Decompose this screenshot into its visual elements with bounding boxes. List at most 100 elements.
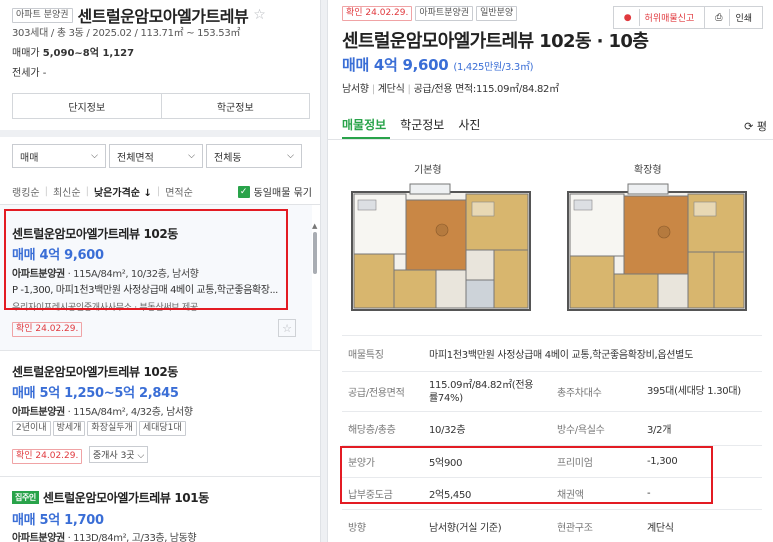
print-icon: ⎙ [715, 12, 723, 23]
floorplan-basic-image[interactable] [348, 180, 534, 315]
listing-tag: 세대당1대 [138, 421, 186, 436]
trade-type-select[interactable]: 매매 ⌵ [12, 144, 106, 168]
panel-divider [320, 0, 328, 542]
sort-latest[interactable]: 최신순 [53, 184, 81, 199]
direction-label: 방향 [348, 523, 366, 534]
listing-realtor: 우리자이프레시공인중개사사무소 · 부동산써브 제공 [12, 303, 198, 313]
info-row-floor: 해당층/총층 10/32층 방수/욕실수 3/2개 [342, 411, 762, 445]
listing-tag: 화장실두개 [87, 421, 137, 436]
detail-tags: 확인 24.02.29. 아파트분양권 일반분양 [342, 6, 518, 21]
listing-item[interactable]: 센트럴운암모아엘가트레뷰 102동 매매 4억 9,600 아파트분양권 · 1… [0, 205, 312, 350]
chevron-down-icon: ⌵ [287, 151, 294, 161]
detail-meta: 남서향 | 계단식 | 공급/전용 면적:115.09㎡/84.82㎡ [342, 84, 560, 95]
owner-tag: 집주인 [12, 491, 39, 504]
listing-type: 아파트분양권 [12, 407, 65, 418]
listing-title-row: 집주인 센트럴운암모아엘가트레뷰 101동 [12, 489, 209, 506]
paid-label: 납부중도금 [348, 490, 393, 501]
listing-item[interactable]: 센트럴운암모아엘가트레뷰 102동 매매 5억 1,250~5억 2,845 아… [0, 351, 312, 476]
area-value: 115.09㎡/84.82㎡(전용률74%) [429, 379, 534, 404]
list-scrollbar[interactable]: ▲ [312, 222, 318, 542]
sale-type-tag: 일반분양 [476, 6, 518, 21]
info-row-presale: 분양가 5억900 프리미엄 -1,300 [342, 445, 762, 477]
listing-spec: · 115A/84m², 10/32층, 남서향 [64, 269, 199, 280]
listing-tag: 2년이내 [12, 421, 51, 436]
complex-info-button[interactable]: 단지정보 [13, 94, 161, 118]
sale-price-label: 매매가 [12, 48, 40, 59]
tab-listing-info[interactable]: 매물정보 [342, 116, 386, 133]
jeonse-price: 전세가 - [12, 64, 46, 79]
floorplan-extended-image[interactable] [564, 180, 750, 315]
rooms-value: 3/2개 [647, 425, 672, 436]
listing-title: 센트럴운암모아엘가트레뷰 101동 [42, 491, 209, 505]
area-select[interactable]: 전체면적 ⌵ [109, 144, 203, 168]
favorite-star-icon[interactable]: ☆ [278, 319, 296, 337]
filter-bar: 매매 ⌵ 전체면적 ⌵ 전체동 ⌵ [12, 144, 302, 168]
floorplan-extended-label: 확장형 [634, 165, 662, 176]
complex-summary: 303세대 / 총 3동 / 2025.02 / 113.71㎡ ~ 153.5… [12, 28, 241, 39]
print-label: 인쇄 [729, 9, 757, 26]
group-same-listing-toggle[interactable]: ✓ 동일매물 묶기 [237, 184, 312, 199]
listing-item[interactable]: 집주인 센트럴운암모아엘가트레뷰 101동 매매 5억 1,700 아파트분양권… [0, 477, 312, 542]
siren-icon: ● [623, 12, 632, 23]
listing-description: P -1,300, 마피1천3백만원 사정상급매 4베이 교통,학군좋음확장..… [12, 285, 278, 296]
listing-confirm-date: 확인 24.02.29. 중개사 3곳 ⌵ [12, 446, 149, 464]
property-type-tag: 아파트분양권 [415, 6, 474, 21]
tab-school-info[interactable]: 학군정보 [400, 116, 444, 133]
chevron-down-icon: ⌵ [91, 151, 98, 161]
listing-detail: 아파트분양권 · 113D/84m², 고/33층, 남동향 [12, 529, 197, 542]
sort-area[interactable]: 면적순 [165, 184, 193, 199]
checkbox-checked-icon[interactable]: ✓ [237, 185, 250, 198]
chevron-down-icon: ⌵ [188, 151, 195, 161]
listing-tag: 방세개 [52, 421, 86, 436]
group-same-listing-label: 동일매물 묶기 [253, 188, 312, 199]
confirm-date-tag: 확인 24.02.29. [12, 322, 83, 337]
trade-type-value: 매매 [20, 152, 39, 164]
presale-label: 분양가 [348, 458, 375, 469]
detail-price-value: 매매 4억 9,600 [342, 56, 449, 74]
area-label: 공급/전용면적 [348, 388, 405, 399]
info-row-direction: 방향 남서향(거실 기준) 현관구조 계단식 [342, 509, 762, 542]
listing-spec: · 113D/84m², 고/33층, 남동향 [64, 533, 197, 542]
premium-value: -1,300 [647, 456, 678, 467]
listing-confirm-date: 확인 24.02.29. [12, 321, 83, 337]
report-fake-listing-button[interactable]: ● 허위매물신고 [614, 7, 705, 28]
premium-label: 프리미엄 [557, 458, 593, 469]
detail-title: 센트럴운암모아엘가트레뷰 102동 · 10층 [342, 31, 649, 52]
building-select[interactable]: 전체동 ⌵ [206, 144, 302, 168]
paid-value: 2억5,450 [429, 490, 472, 501]
detail-price-per-area: (1,425만원/3.3㎡) [453, 62, 534, 73]
listing-detail: 아파트분양권 · 115A/84m², 4/32층, 남서향 [12, 403, 193, 418]
entry-label: 현관구조 [557, 523, 593, 534]
rooms-label: 방수/욕실수 [557, 425, 605, 436]
unit-toggle-button[interactable]: ⟳ 평 [744, 118, 767, 134]
detail-tabs: 매물정보 학군정보 사진 [342, 116, 480, 133]
sort-low-price[interactable]: 낮은가격순 ↓ [94, 184, 152, 199]
listing-type: 아파트분양권 [12, 533, 65, 542]
detail-actions: ● 허위매물신고 ⎙ 인쇄 [612, 6, 763, 29]
sort-ranking[interactable]: 랭킹순 [12, 184, 40, 199]
favorite-star-icon[interactable]: ☆ [253, 7, 266, 23]
tabs-border [328, 139, 773, 140]
tab-photos[interactable]: 사진 [458, 116, 480, 133]
school-info-button[interactable]: 학군정보 [160, 94, 310, 118]
direction-value: 남서향(거실 기준) [429, 523, 502, 534]
scroll-up-icon[interactable]: ▲ [312, 222, 317, 230]
meta-entry: 계단식 [377, 84, 405, 95]
jeonse-value: - [42, 68, 47, 79]
building-value: 전체동 [214, 152, 242, 164]
meta-direction: 남서향 [342, 84, 369, 95]
floor-value: 10/32층 [429, 425, 466, 436]
listing-detail-panel: 확인 24.02.29. 아파트분양권 일반분양 ● 허위매물신고 ⎙ 인쇄 센… [328, 0, 773, 542]
broker-count-dropdown[interactable]: 중개사 3곳 ⌵ [88, 446, 149, 463]
parking-value: 395대(세대당 1.30대) [647, 386, 741, 397]
scrollbar-thumb[interactable] [313, 232, 317, 274]
confirm-date-tag: 확인 24.02.29. [12, 449, 83, 464]
complex-type-tag: 아파트 분양권 [12, 7, 73, 23]
sort-bar: 랭킹순 | 최신순 | 낮은가격순 ↓ | 면적순 ✓ 동일매물 묶기 [12, 184, 312, 199]
listing-tags: 2년이내 방세개 화장실두개 세대당1대 [12, 421, 186, 436]
listing-spec: · 115A/84m², 4/32층, 남서향 [64, 407, 193, 418]
print-button[interactable]: ⎙ 인쇄 [704, 7, 762, 28]
loan-value: - [647, 488, 651, 499]
meta-area: 공급/전용 면적:115.09㎡/84.82㎡ [413, 84, 560, 95]
entry-value: 계단식 [647, 523, 674, 534]
